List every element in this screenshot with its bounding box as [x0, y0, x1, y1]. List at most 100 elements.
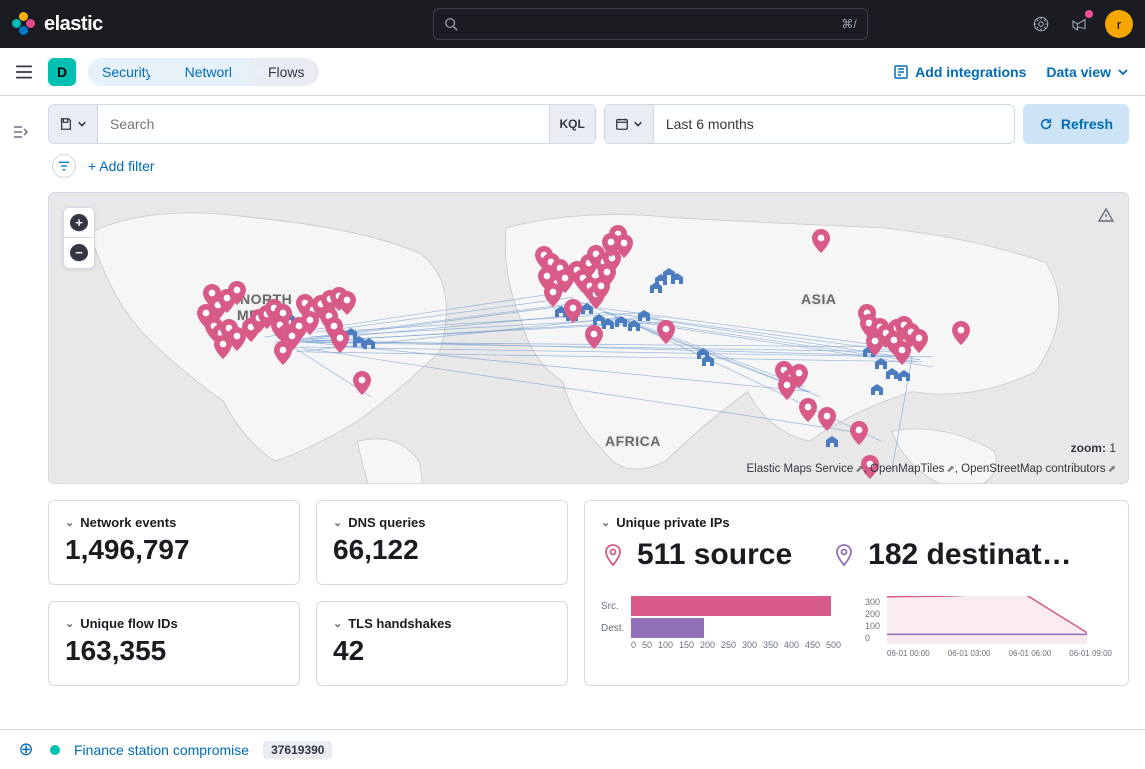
source-pin[interactable]: [585, 331, 603, 349]
dns-queries-card: ⌄DNS queries 66,122: [316, 500, 568, 585]
global-search-input[interactable]: ⌘/: [433, 8, 868, 40]
kql-search-box: KQL: [48, 104, 596, 144]
source-pin[interactable]: [850, 427, 868, 445]
ips-line-chart: 300200100006-01 00:0006-01 03:0006-01 06…: [865, 596, 1112, 658]
attrib-ems[interactable]: Elastic Maps Service⬈: [746, 463, 863, 475]
source-pin[interactable]: [544, 289, 562, 307]
source-pin[interactable]: [228, 287, 246, 305]
destination-marker[interactable]: [700, 352, 716, 368]
space-selector[interactable]: D: [48, 58, 76, 86]
save-icon: [59, 117, 73, 131]
network-events-card: ⌄Network events 1,496,797: [48, 500, 300, 585]
source-pin[interactable]: [331, 335, 349, 353]
tls-handshakes-card: ⌄ TLS handshakes 42: [316, 601, 568, 686]
source-pin[interactable]: [564, 305, 582, 323]
source-pin[interactable]: [910, 335, 928, 353]
source-pin[interactable]: [274, 347, 292, 365]
destination-marker[interactable]: [669, 270, 685, 286]
source-pin[interactable]: [866, 338, 884, 356]
notification-dot: [1085, 10, 1093, 18]
continent-label-asia: ASIA: [801, 291, 836, 307]
chevron-down-icon[interactable]: ⌄: [333, 516, 342, 529]
breadcrumbs: Security Network Flows: [88, 58, 319, 86]
source-pin-icon: [601, 543, 625, 567]
source-ip-label: source: [694, 538, 792, 571]
breadcrumb-security[interactable]: Security: [88, 58, 167, 86]
source-pin[interactable]: [893, 347, 911, 365]
breadcrumb-network[interactable]: Network: [167, 58, 250, 86]
card-title: DNS queries: [348, 515, 425, 530]
unique-flow-ids-card: ⌄Unique flow IDs 163,355: [48, 601, 300, 686]
chevron-down-icon[interactable]: ⌄: [333, 617, 342, 630]
global-header: elastic ⌘/ r: [0, 0, 1145, 48]
source-pin[interactable]: [615, 240, 633, 258]
source-pin[interactable]: [353, 377, 371, 395]
chevron-down-icon[interactable]: ⌄: [65, 617, 74, 630]
timeline-name[interactable]: Finance station compromise: [74, 742, 249, 758]
collapsed-side-nav[interactable]: [0, 96, 40, 729]
source-pin[interactable]: [812, 235, 830, 253]
chevron-down-icon[interactable]: ⌄: [65, 516, 74, 529]
zoom-out-button[interactable]: −: [64, 238, 94, 268]
unique-flow-ids-value: 163,355: [65, 635, 283, 667]
app-header: D Security Network Flows Add integration…: [0, 48, 1145, 96]
card-title: TLS handshakes: [348, 616, 451, 631]
elastic-logo[interactable]: elastic: [12, 12, 103, 36]
source-ip-count: 511: [637, 538, 685, 571]
network-events-value: 1,496,797: [65, 534, 283, 566]
chevron-down-icon: [77, 119, 87, 129]
tls-handshakes-value: 42: [333, 635, 551, 667]
brand-text: elastic: [44, 13, 103, 36]
data-view-selector[interactable]: Data view: [1046, 64, 1129, 80]
source-pin[interactable]: [952, 327, 970, 345]
add-timeline-button[interactable]: ⊕: [16, 739, 36, 760]
zoom-indicator: zoom: 1: [1071, 441, 1116, 455]
breadcrumb-flows: Flows: [250, 58, 319, 86]
source-pin[interactable]: [799, 404, 817, 422]
attrib-omt[interactable]: OpenMapTiles⬈: [870, 463, 955, 475]
source-pin[interactable]: [657, 326, 675, 344]
source-pin[interactable]: [818, 413, 836, 431]
refresh-button[interactable]: Refresh: [1023, 104, 1129, 144]
filter-menu-button[interactable]: [52, 154, 76, 178]
expand-icon: [12, 124, 28, 140]
help-icon[interactable]: [1029, 12, 1053, 36]
dest-ip-count: 182: [868, 538, 918, 571]
time-range-display[interactable]: Last 6 months: [654, 105, 1014, 143]
user-avatar[interactable]: r: [1105, 10, 1133, 38]
unique-private-ips-card: ⌄Unique private IPs 511 source 182 desti…: [584, 500, 1129, 686]
elastic-logo-mark: [12, 12, 36, 36]
map-warning-icon[interactable]: [1098, 207, 1114, 226]
destination-marker[interactable]: [824, 433, 840, 449]
calendar-icon: [615, 117, 629, 131]
saved-query-button[interactable]: [49, 105, 98, 143]
timeline-record-count: 37619390: [263, 741, 332, 759]
quick-select-button[interactable]: [605, 105, 654, 143]
zoom-controls: + −: [63, 207, 95, 269]
dest-ip-label: destinat…: [927, 538, 1072, 571]
continent-label-africa: AFRICA: [605, 433, 661, 449]
chevron-down-icon[interactable]: ⌄: [601, 516, 610, 529]
destination-marker[interactable]: [361, 335, 377, 351]
search-shortcut: ⌘/: [841, 17, 856, 31]
add-filter-button[interactable]: + Add filter: [88, 158, 155, 174]
destination-marker[interactable]: [636, 307, 652, 323]
timeline-bottom-bar[interactable]: ⊕ Finance station compromise 37619390: [0, 729, 1145, 769]
destination-marker[interactable]: [869, 381, 885, 397]
chevron-down-icon: [1117, 66, 1129, 78]
nav-toggle-button[interactable]: [0, 63, 48, 81]
map-attribution: Elastic Maps Service⬈, OpenMapTiles⬈, Op…: [746, 463, 1116, 475]
query-language-switcher[interactable]: KQL: [549, 105, 595, 143]
source-pin[interactable]: [778, 382, 796, 400]
newsfeed-icon[interactable]: [1067, 12, 1091, 36]
add-integrations-button[interactable]: Add integrations: [893, 64, 1026, 80]
source-pin[interactable]: [338, 297, 356, 315]
destination-marker[interactable]: [896, 367, 912, 383]
query-input[interactable]: [98, 105, 549, 143]
zoom-in-button[interactable]: +: [64, 208, 94, 238]
destination-pin-icon: [832, 543, 856, 567]
timeline-status-dot: [50, 745, 60, 755]
source-pin[interactable]: [592, 283, 610, 301]
attrib-osm[interactable]: OpenStreetMap contributors⬈: [961, 463, 1116, 475]
network-map[interactable]: + − NORTH MERICA ASIA AFRICA zoom: 1 Ela…: [48, 192, 1129, 484]
